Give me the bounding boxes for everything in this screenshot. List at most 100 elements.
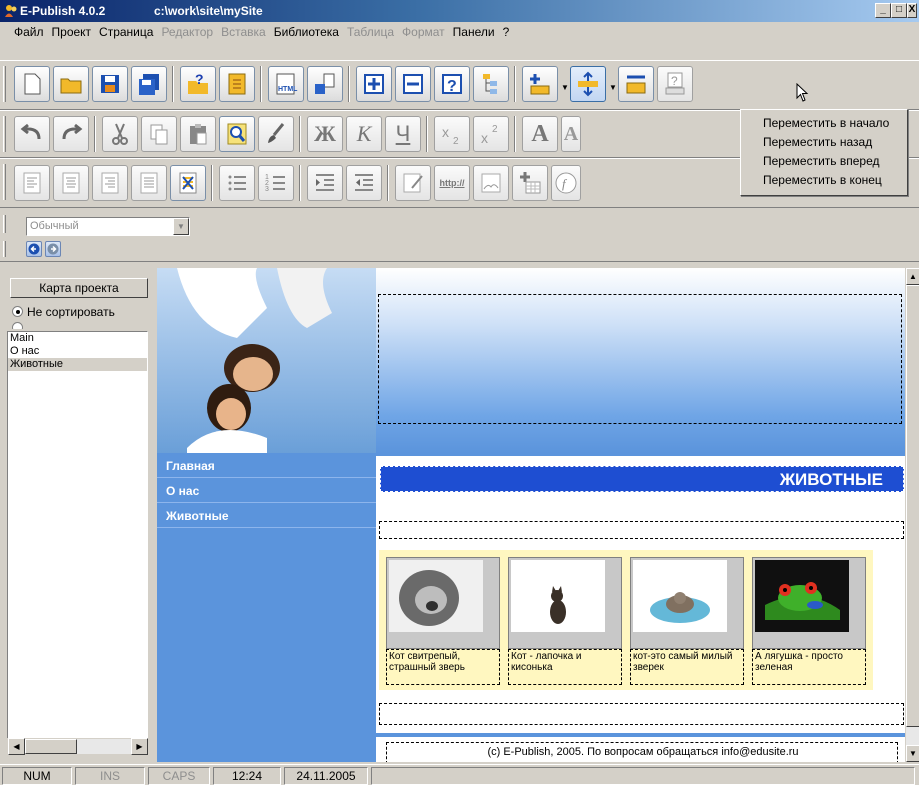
paste-button[interactable] xyxy=(180,116,216,152)
font-bigger-button[interactable]: A xyxy=(522,116,558,152)
gallery-thumb-4[interactable] xyxy=(752,557,866,649)
redo-button[interactable] xyxy=(53,116,89,152)
forward-button[interactable] xyxy=(45,241,61,257)
footer-email-link[interactable]: info@edusite.ru xyxy=(721,746,798,758)
toolbar-grip[interactable] xyxy=(3,215,6,233)
save-button[interactable] xyxy=(92,66,128,102)
chevron-down-icon[interactable]: ▼ xyxy=(173,218,189,235)
scroll-left-icon[interactable]: ◀ xyxy=(8,738,25,755)
numbered-list-button[interactable]: 123 xyxy=(258,165,294,201)
font-smaller-button[interactable]: A xyxy=(561,116,581,152)
copy-button[interactable] xyxy=(141,116,177,152)
menu-project[interactable]: Проект xyxy=(48,22,96,42)
menu-file[interactable]: Файл xyxy=(10,22,48,42)
text-placeholder-block[interactable] xyxy=(379,521,904,539)
nav-link-about[interactable]: О нас xyxy=(157,478,376,503)
indent-button[interactable] xyxy=(307,165,343,201)
menu-format[interactable]: Формат xyxy=(398,22,449,42)
insert-table-button[interactable] xyxy=(512,165,548,201)
canvas-scrollbar[interactable]: ▲ ▼ xyxy=(905,268,919,762)
paragraph-style-select[interactable]: Обычный ▼ xyxy=(26,217,190,236)
page-list-scrollbar[interactable]: ◀ ▶ xyxy=(7,738,148,755)
gallery-caption-4[interactable]: А лягушка - просто зеленая xyxy=(752,649,866,685)
clear-format-button[interactable] xyxy=(170,165,206,201)
subscript-button[interactable]: x2 xyxy=(434,116,470,152)
add-page-button[interactable] xyxy=(356,66,392,102)
html-button[interactable]: HTML xyxy=(268,66,304,102)
superscript-button[interactable]: x2 xyxy=(473,116,509,152)
open-button[interactable] xyxy=(53,66,89,102)
gallery-thumb-2[interactable] xyxy=(508,557,622,649)
toolbar-grip[interactable] xyxy=(3,116,6,152)
menu-move-forward[interactable]: Переместить вперед xyxy=(741,151,907,170)
move-object-button[interactable] xyxy=(570,66,606,102)
insert-link-button[interactable]: http:// xyxy=(434,165,470,201)
menu-panels[interactable]: Панели xyxy=(449,22,499,42)
insert-object-button[interactable] xyxy=(522,66,558,102)
header-placeholder-block[interactable] xyxy=(378,294,902,424)
list-item[interactable]: О нас xyxy=(8,345,147,358)
italic-button[interactable]: К xyxy=(346,116,382,152)
menu-move-to-end[interactable]: Переместить в конец xyxy=(741,170,907,189)
toolbar-grip[interactable] xyxy=(3,164,6,200)
maximize-button[interactable]: □ xyxy=(891,3,907,18)
project-map-button[interactable]: Карта проекта xyxy=(10,278,148,298)
undo-button[interactable] xyxy=(14,116,50,152)
menu-library[interactable]: Библиотека xyxy=(270,22,343,42)
toolbar-grip[interactable] xyxy=(3,241,6,257)
insert-image-button[interactable] xyxy=(473,165,509,201)
scroll-thumb[interactable] xyxy=(25,739,77,754)
justify-button[interactable] xyxy=(131,165,167,201)
text-placeholder-block-2[interactable] xyxy=(379,703,904,725)
scroll-up-icon[interactable]: ▲ xyxy=(906,268,919,285)
footer-block[interactable]: (c) E-Publish, 2005. По вопросам обращат… xyxy=(386,742,898,762)
outdent-button[interactable] xyxy=(346,165,382,201)
back-button[interactable] xyxy=(26,241,42,257)
close-button[interactable]: X xyxy=(907,3,917,18)
list-item[interactable]: Main xyxy=(8,332,147,345)
scroll-down-icon[interactable]: ▼ xyxy=(906,745,919,762)
menu-editor[interactable]: Редактор xyxy=(157,22,217,42)
menu-move-to-start[interactable]: Переместить в начало xyxy=(741,113,907,132)
menu-move-back[interactable]: Переместить назад xyxy=(741,132,907,151)
nav-link-animals[interactable]: Животные xyxy=(157,503,376,528)
insert-function-button[interactable]: f xyxy=(551,165,581,201)
move-object-dropdown-icon[interactable]: ▼ xyxy=(609,83,617,92)
remove-page-button[interactable] xyxy=(395,66,431,102)
save-all-button[interactable] xyxy=(131,66,167,102)
object-help-button[interactable]: ? xyxy=(657,66,693,102)
menu-help[interactable]: ? xyxy=(499,22,514,42)
cut-button[interactable] xyxy=(102,116,138,152)
gallery-caption-1[interactable]: Кот свитрепый, страшный зверь xyxy=(386,649,500,685)
nav-link-home[interactable]: Главная xyxy=(157,453,376,478)
align-center-button[interactable] xyxy=(53,165,89,201)
gallery-caption-3[interactable]: кот-это самый милый зверек xyxy=(630,649,744,685)
menu-insert[interactable]: Вставка xyxy=(217,22,270,42)
list-item[interactable]: Животные xyxy=(8,358,147,371)
format-brush-button[interactable] xyxy=(258,116,294,152)
edit-text-button[interactable] xyxy=(395,165,431,201)
image-gallery[interactable]: Кот свитрепый, страшный зверь Кот - лапо… xyxy=(379,550,873,690)
toolbar-grip[interactable] xyxy=(3,66,6,102)
align-left-button[interactable] xyxy=(14,165,50,201)
help-page-button[interactable]: ? xyxy=(434,66,470,102)
page-tree-button[interactable] xyxy=(473,66,509,102)
underline-button[interactable]: Ч xyxy=(385,116,421,152)
gallery-caption-2[interactable]: Кот - лапочка и кисонька xyxy=(508,649,622,685)
sort-none-radio[interactable]: Не сортировать xyxy=(12,305,152,321)
gallery-thumb-3[interactable] xyxy=(630,557,744,649)
minimize-button[interactable]: _ xyxy=(875,3,891,18)
find-button[interactable] xyxy=(219,116,255,152)
sort-other-radio[interactable] xyxy=(12,321,152,329)
scroll-thumb[interactable] xyxy=(906,285,919,727)
page-heading[interactable]: ЖИВОТНЫЕ xyxy=(380,466,904,492)
insert-object-dropdown-icon[interactable]: ▼ xyxy=(561,83,569,92)
bullet-list-button[interactable] xyxy=(219,165,255,201)
publish-button[interactable] xyxy=(307,66,343,102)
bold-button[interactable]: Ж xyxy=(307,116,343,152)
align-right-button[interactable] xyxy=(92,165,128,201)
scroll-right-icon[interactable]: ▶ xyxy=(131,738,148,755)
page-properties-button[interactable] xyxy=(219,66,255,102)
new-page-button[interactable] xyxy=(14,66,50,102)
menu-page[interactable]: Страница xyxy=(95,22,157,42)
